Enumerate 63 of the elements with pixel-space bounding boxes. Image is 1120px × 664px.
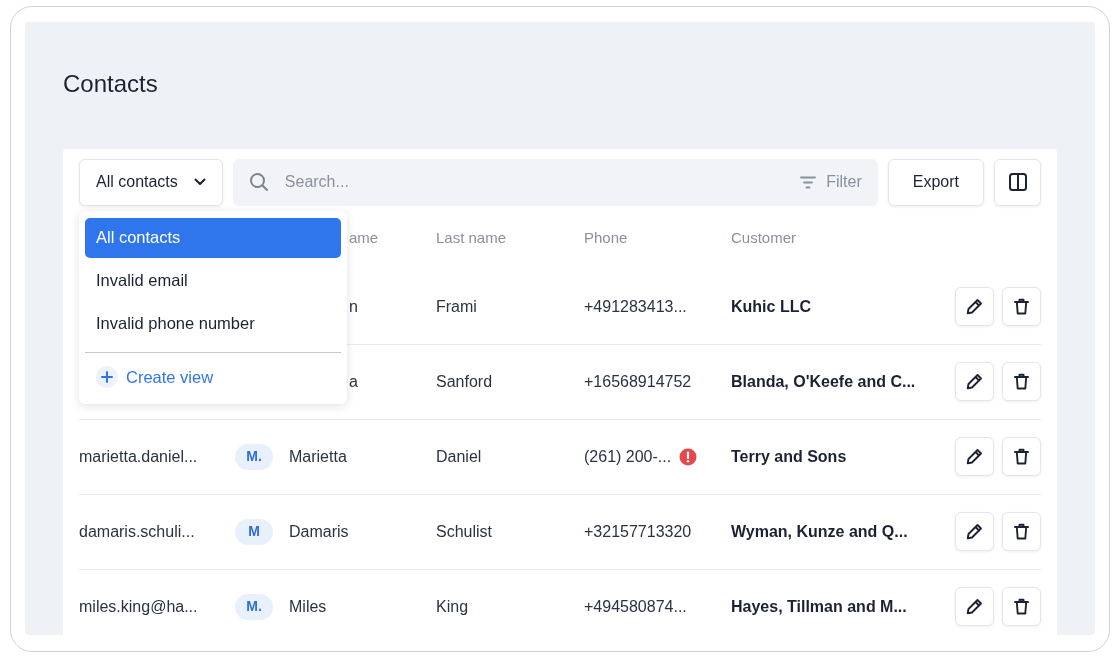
column-header: Customer <box>731 228 797 246</box>
columns-icon <box>1008 173 1027 192</box>
customer-text: Kuhic LLC <box>731 297 811 315</box>
create-view-link[interactable]: Create view <box>85 360 225 394</box>
email-text: marietta.daniel... <box>79 447 198 465</box>
last-name-text: Frami <box>436 297 477 315</box>
customer-text: Hayes, Tillman and M... <box>731 597 907 615</box>
delete-button[interactable] <box>1002 437 1041 477</box>
pencil-icon <box>966 373 983 391</box>
trash-icon <box>1014 448 1029 466</box>
email-text: miles.king@ha... <box>79 597 198 615</box>
chevron-down-icon <box>193 178 206 187</box>
customer-text: Wyman, Kunze and Q... <box>731 522 908 540</box>
phone-text: +32157713320 <box>584 521 692 542</box>
email-text: damaris.schuli... <box>79 522 195 540</box>
first-name-text: Marietta <box>289 447 347 465</box>
column-header: ame <box>348 228 379 246</box>
columns-button[interactable] <box>994 158 1041 206</box>
trash-icon <box>1014 598 1029 616</box>
delete-button[interactable] <box>1002 287 1041 327</box>
phone-text: (261) 200-... <box>584 446 672 467</box>
filter-icon <box>800 175 817 189</box>
first-name-text: Damaris <box>289 522 349 540</box>
page-title: Contacts <box>63 70 159 99</box>
pencil-icon <box>966 523 983 541</box>
column-header: Last name <box>436 228 507 246</box>
edit-button[interactable] <box>955 437 994 477</box>
last-name-text: Schulist <box>436 522 493 540</box>
phone-text: +16568914752 <box>584 371 692 392</box>
delete-button[interactable] <box>1002 362 1041 402</box>
export-button[interactable]: Export <box>887 158 984 206</box>
pencil-icon <box>966 448 983 466</box>
last-name-text: Sanford <box>436 372 493 390</box>
first-name-text: n <box>348 297 358 315</box>
first-name-text: Miles <box>289 597 327 615</box>
column-header: Phone <box>584 228 628 246</box>
trash-icon <box>1014 373 1029 391</box>
menu-item[interactable]: Invalid email <box>85 260 341 301</box>
avatar-initials: M <box>235 518 273 545</box>
customer-text: Blanda, O'Keefe and C... <box>731 372 916 390</box>
trash-icon <box>1014 523 1029 541</box>
view-dropdown-button[interactable]: All contacts <box>79 158 223 206</box>
last-name-text: Daniel <box>436 447 482 465</box>
avatar-initials: M. <box>235 593 273 620</box>
customer-text: Terry and Sons <box>731 447 847 465</box>
pencil-icon <box>966 298 983 316</box>
last-name-text: King <box>436 597 469 615</box>
trash-icon <box>1014 298 1029 316</box>
edit-button[interactable] <box>955 362 994 402</box>
plus-icon <box>96 366 118 389</box>
first-name-text: a <box>348 372 358 390</box>
avatar-initials: M. <box>235 443 273 470</box>
search-icon <box>248 172 269 193</box>
phone-text: +491283413... <box>584 296 687 317</box>
pencil-icon <box>966 598 983 616</box>
menu-item[interactable]: Invalid phone number <box>85 303 341 344</box>
delete-button[interactable] <box>1002 512 1041 552</box>
edit-button[interactable] <box>955 287 994 327</box>
edit-button[interactable] <box>955 587 994 627</box>
delete-button[interactable] <box>1002 587 1041 627</box>
edit-button[interactable] <box>955 512 994 552</box>
menu-item[interactable]: All contacts <box>85 217 341 258</box>
phone-text: +494580874... <box>584 596 687 617</box>
